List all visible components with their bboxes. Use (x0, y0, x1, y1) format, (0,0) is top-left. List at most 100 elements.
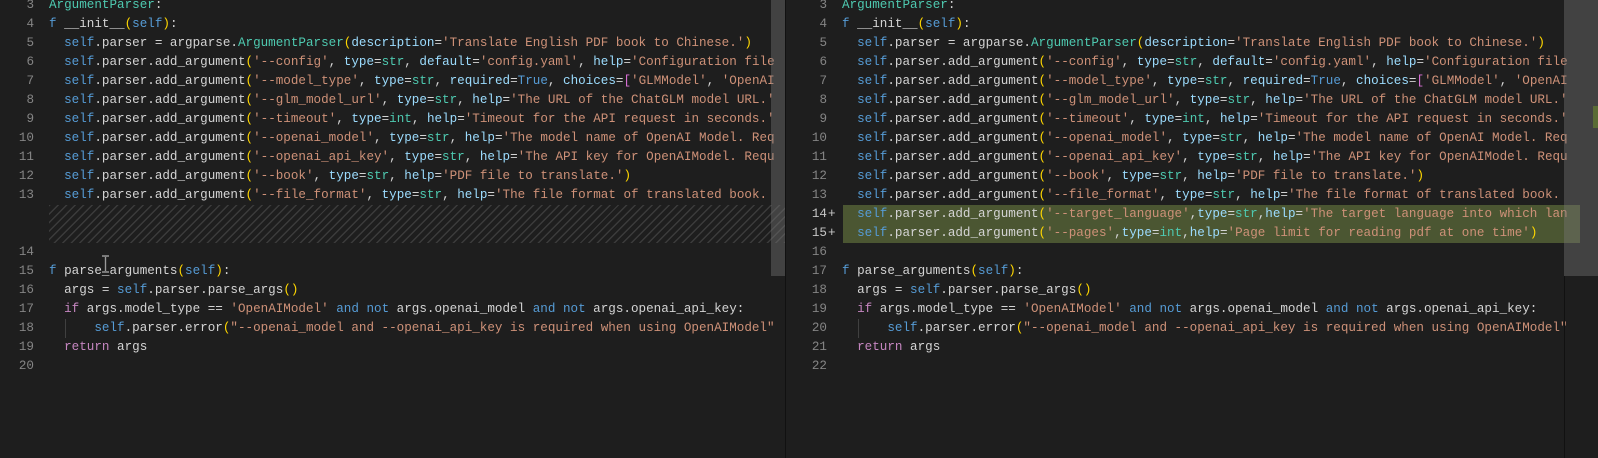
code-token: "--openai_model and --openai_api_key is … (1023, 320, 1568, 335)
right-scrollbar-slider[interactable] (1564, 0, 1598, 276)
code-line[interactable]: 8 self.parser.add_argument('--glm_model_… (0, 91, 785, 110)
code-token: if (64, 301, 80, 316)
code-token: type (1121, 168, 1152, 183)
added-code-line[interactable]: 14 + self.parser.add_argument('--target_l… (786, 204, 1598, 224)
code-token: type (1144, 111, 1175, 126)
code-token: '--config' (1046, 54, 1122, 69)
code-token: self (857, 111, 888, 126)
code-token: ( (1038, 54, 1047, 69)
code-token: .parser.add_argument (887, 111, 1039, 126)
code-token: help (1219, 111, 1251, 126)
code-token: .parser.add_argument (94, 130, 246, 145)
code-token: type (1136, 54, 1168, 69)
code-token: : (962, 16, 971, 31)
code-line[interactable]: 6 self.parser.add_argument('--config', t… (0, 53, 785, 72)
code-text: self.parser.add_argument('--target_langu… (842, 205, 1568, 224)
code-line[interactable]: 22 (786, 357, 1598, 376)
line-number: 8 (26, 92, 34, 107)
code-token: 'Translate English PDF book to Chinese.' (442, 35, 745, 50)
code-line[interactable]: 21 return args (786, 338, 1598, 357)
code-token: type (404, 149, 435, 164)
code-token: type (374, 73, 405, 88)
code-line[interactable]: 5 self.parser = argparse.ArgumentParser(… (0, 34, 785, 53)
code-line[interactable]: 5 self.parser = argparse.ArgumentParser(… (786, 34, 1598, 53)
code-token: 'OpenAIModel' (230, 301, 329, 316)
code-text: if args.model_type == 'OpenAIModel' and … (842, 300, 1537, 319)
code-line[interactable]: 10 self.parser.add_argument('--openai_mo… (786, 129, 1598, 148)
code-line[interactable]: 12 self.parser.add_argument('--book', ty… (0, 167, 785, 186)
added-code-line[interactable]: 15 + self.parser.add_argument('--pages',t… (786, 223, 1598, 243)
code-token: , (1227, 73, 1243, 88)
code-token: '--model_type' (253, 73, 359, 88)
modified-editor-pane[interactable]: 3 ArgumentParser: 4 f __init__(self): 5 self… (785, 0, 1598, 458)
code-line[interactable]: 3 ArgumentParser: (0, 0, 785, 15)
code-line[interactable]: 19 return args (0, 338, 785, 357)
line-number: 17 (18, 301, 34, 316)
code-line[interactable]: 18 self.parser.error("--openai_model and… (0, 318, 785, 338)
code-line[interactable]: 18 args = self.parser.parse_args() (786, 281, 1598, 300)
code-token: str (419, 187, 443, 202)
code-line[interactable]: 17 f parse_arguments(self): (786, 262, 1598, 281)
code-token: type (1197, 206, 1228, 221)
code-token: .parser.add_argument (887, 73, 1039, 88)
line-number: 15 (811, 225, 827, 240)
code-line[interactable]: 17 if args.model_type == 'OpenAIModel' a… (0, 300, 785, 319)
line-number: 17 (811, 263, 827, 278)
code-line[interactable]: 12 self.parser.add_argument('--book', ty… (786, 167, 1598, 186)
code-line[interactable]: 20 self.parser.error("--openai_model and… (786, 318, 1598, 338)
code-line[interactable]: 7 self.parser.add_argument('--model_type… (0, 72, 785, 91)
code-token: ) (623, 168, 632, 183)
code-token: __init__ (56, 16, 125, 31)
code-token: , (578, 54, 594, 69)
code-line[interactable]: 13 self.parser.add_argument('--file_form… (0, 186, 785, 205)
code-line[interactable]: 3 ArgumentParser: (786, 0, 1598, 15)
code-token: .parser.error (917, 320, 1016, 335)
code-token: self (64, 73, 95, 88)
code-token: f (842, 263, 850, 278)
code-token: = (457, 111, 465, 126)
code-text: self.parser.add_argument('--file_format'… (49, 186, 767, 205)
code-line[interactable]: 16 (786, 243, 1598, 262)
code-line[interactable]: 13 self.parser.add_argument('--file_form… (786, 186, 1598, 205)
code-token: int (1159, 225, 1183, 240)
code-line[interactable]: 4 f __init__(self): (0, 15, 785, 34)
code-token: self (64, 111, 95, 126)
code-token: self (117, 282, 148, 297)
left-scrollbar-slider[interactable] (771, 0, 785, 276)
code-line[interactable]: 9 self.parser.add_argument('--timeout', … (786, 110, 1598, 129)
code-line[interactable]: 15 f parse_arguments(self): (0, 262, 785, 281)
overview-ruler-border (1564, 276, 1565, 458)
line-number: 15 (18, 263, 34, 278)
code-token: = (1287, 130, 1296, 145)
code-token: = (404, 73, 412, 88)
code-line[interactable]: 11 self.parser.add_argument('--openai_ap… (0, 148, 785, 167)
code-token: .parser.add_argument (94, 168, 246, 183)
code-token: 'The target language into which lan (1303, 206, 1568, 221)
code-token: 'The file format of translated book. (1287, 187, 1561, 202)
original-editor-pane[interactable]: 3 ArgumentParser: 4 f __init__(self): 5 self… (0, 0, 785, 458)
code-token: self (857, 130, 888, 145)
code-token: = (434, 149, 443, 164)
code-token: self (857, 187, 888, 202)
code-token: args.openai_api_key: (1378, 301, 1538, 316)
code-line[interactable]: 6 self.parser.add_argument('--config', t… (786, 53, 1598, 72)
code-line[interactable]: 20 (0, 357, 785, 376)
code-line[interactable]: 4 f __init__(self): (786, 15, 1598, 34)
code-token: = (1295, 92, 1304, 107)
line-number: 19 (18, 339, 34, 354)
code-token: 'The model name of OpenAI Model. Req (502, 130, 775, 145)
code-line[interactable]: 11 self.parser.add_argument('--openai_ap… (786, 148, 1598, 167)
code-line[interactable]: 14 (0, 243, 785, 262)
code-line[interactable]: 7 self.parser.add_argument('--model_type… (786, 72, 1598, 91)
code-token: = (1303, 149, 1311, 164)
code-line[interactable]: 9 self.parser.add_argument('--timeout', … (0, 110, 785, 129)
code-line[interactable]: 10 self.parser.add_argument('--openai_mo… (0, 129, 785, 148)
code-line[interactable]: 8 self.parser.add_argument('--glm_model_… (786, 91, 1598, 110)
line-number: 22 (811, 358, 827, 373)
code-line[interactable]: 19 if args.model_type == 'OpenAIModel' a… (786, 300, 1598, 319)
code-line[interactable]: 16 args = self.parser.parse_args() (0, 281, 785, 300)
